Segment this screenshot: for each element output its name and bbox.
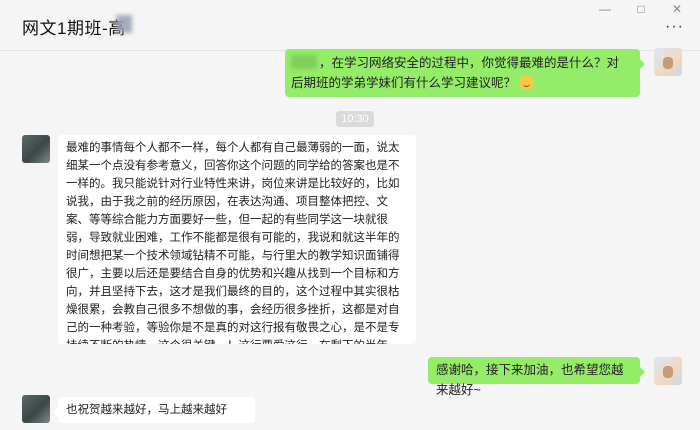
message-text: 也祝贺越来越好，马上越来越好 — [66, 404, 227, 416]
more-options-icon[interactable]: ··· — [665, 18, 684, 36]
close-icon[interactable]: ✕ — [670, 2, 684, 16]
title-redacted-blur — [116, 15, 132, 33]
mention-redacted-blur — [291, 55, 317, 69]
avatar-other-icon[interactable] — [22, 395, 50, 423]
message-bubble-sent[interactable]: 感谢哈，接下来加油，也希望您越来越好~ — [428, 357, 645, 397]
avatar-other-icon[interactable] — [22, 135, 50, 163]
maximize-icon[interactable]: □ — [634, 2, 648, 16]
message-bubble-received[interactable]: 也祝贺越来越好，马上越来越好 — [53, 397, 255, 423]
minimize-icon[interactable]: — — [598, 2, 612, 16]
avatar-self-icon[interactable] — [654, 357, 682, 385]
message-text: ，在学习网络安全的过程中，你觉得最难的是什么？对后期班的学弟学妹们有什么学习建议… — [291, 56, 620, 90]
message-timestamp: 10:30 — [336, 111, 374, 127]
message-bubble-received[interactable]: 最难的事情每个人都不一样，每个人都有自己最薄弱的一面，说太细某一个点没有参考意义… — [58, 135, 416, 344]
smile-emoji-icon — [519, 75, 535, 90]
message-text: 感谢哈，接下来加油，也希望您越来越好~ — [436, 363, 624, 397]
avatar-self-icon[interactable] — [654, 48, 682, 76]
chat-titlebar: 网文1期班-高 — □ ✕ ··· — [0, 0, 700, 51]
message-bubble-sent[interactable]: ，在学习网络安全的过程中，你觉得最难的是什么？对后期班的学弟学妹们有什么学习建议… — [285, 49, 645, 97]
chat-title: 网文1期班-高 — [22, 19, 126, 38]
message-text: 最难的事情每个人都不一样，每个人都有自己最薄弱的一面，说太细某一个点没有参考意义… — [66, 142, 400, 344]
